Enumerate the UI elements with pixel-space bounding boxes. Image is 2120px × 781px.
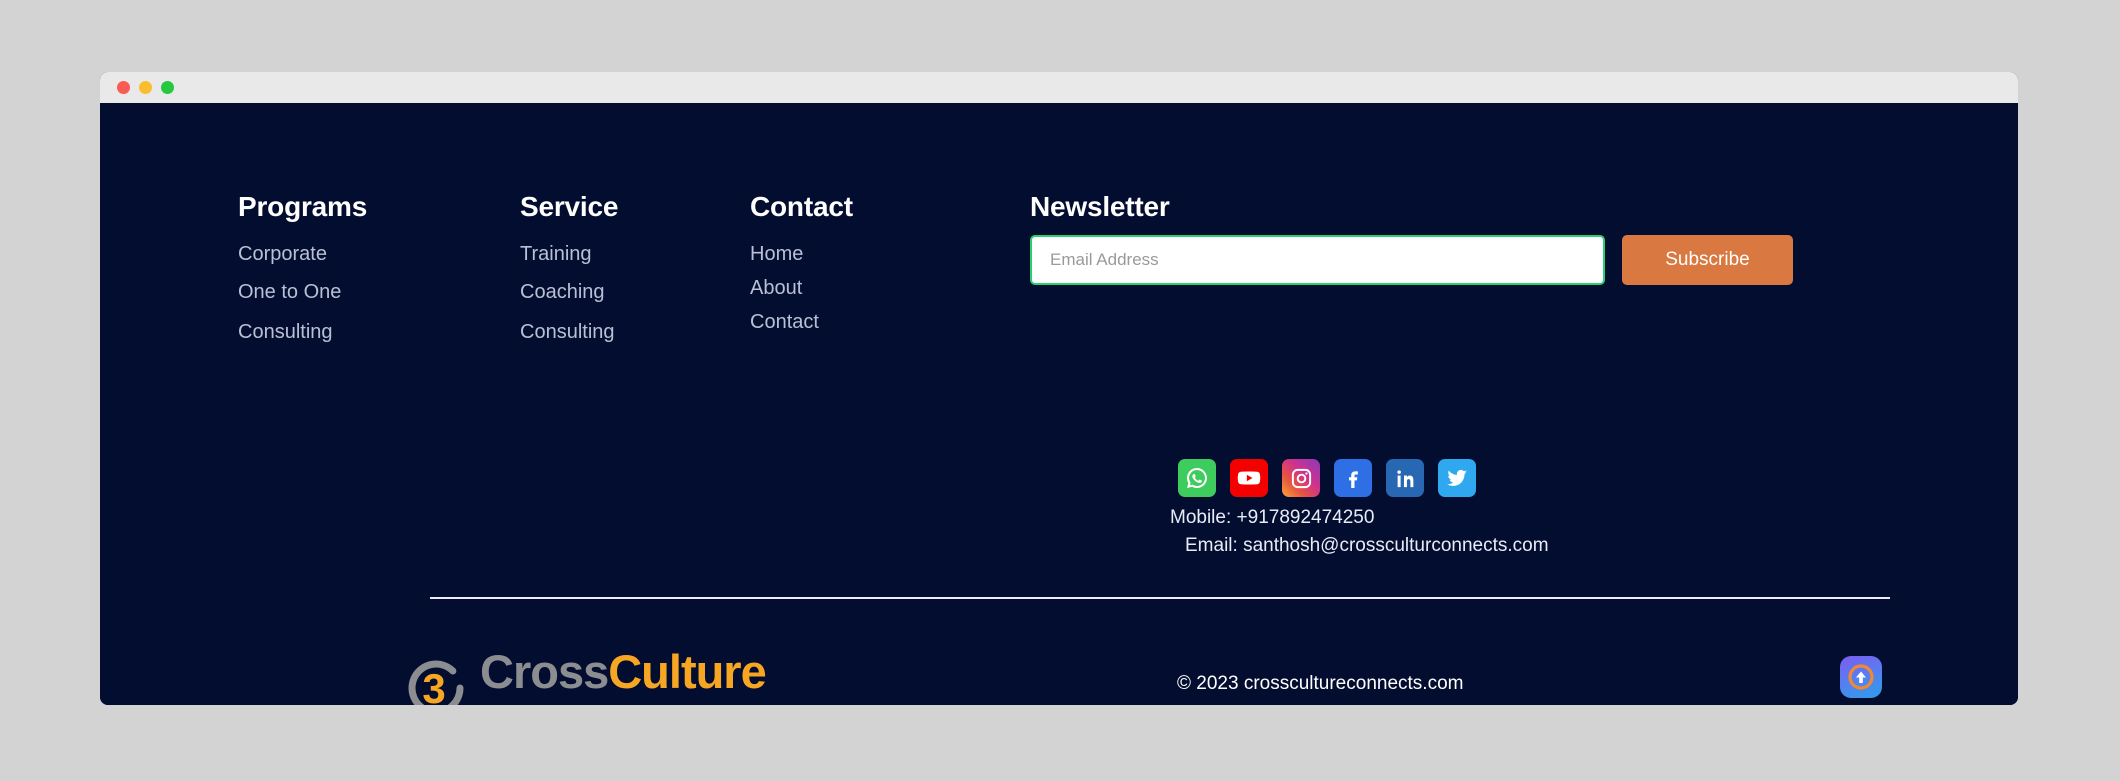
contact-mobile-text: Mobile: +917892474250 (1170, 507, 1375, 528)
email-input[interactable] (1030, 235, 1605, 285)
logo-speech-bubble-icon: 3 (408, 660, 464, 705)
site-footer: Programs Corporate One to One Consulting… (100, 103, 2018, 705)
whatsapp-icon[interactable] (1178, 459, 1216, 497)
social-media-links (1178, 459, 1476, 497)
twitter-icon[interactable] (1438, 459, 1476, 497)
window-close-button[interactable] (117, 81, 130, 94)
footer-link-consulting[interactable]: Consulting (238, 321, 333, 344)
site-logo[interactable]: 3 CrossCulture Connects (400, 645, 767, 706)
facebook-icon[interactable] (1334, 459, 1372, 497)
contact-email-text: Email: santhosh@crossculturconnects.com (1185, 535, 1549, 556)
copyright-text: © 2023 crosscultureconnects.com (1177, 673, 1464, 694)
footer-link-coaching[interactable]: Coaching (520, 281, 605, 304)
footer-link-about[interactable]: About (750, 277, 802, 300)
logo-wordmark: CrossCulture (480, 645, 767, 698)
logo-text-culture: Culture (608, 645, 766, 698)
footer-link-one-to-one[interactable]: One to One (238, 281, 341, 304)
window-minimize-button[interactable] (139, 81, 152, 94)
logo-text-cross: Cross (480, 645, 609, 698)
column-heading-newsletter: Newsletter (1030, 191, 1170, 222)
footer-link-corporate[interactable]: Corporate (238, 243, 327, 266)
browser-window: Programs Corporate One to One Consulting… (100, 72, 2018, 705)
newsletter-signup-form: Subscribe (1030, 235, 1793, 285)
svg-text:3: 3 (422, 665, 445, 705)
footer-link-contact[interactable]: Contact (750, 311, 819, 334)
window-maximize-button[interactable] (161, 81, 174, 94)
footer-link-training[interactable]: Training (520, 243, 592, 266)
footer-divider (430, 597, 1890, 599)
arrow-up-icon (1848, 664, 1874, 690)
footer-link-service-consulting[interactable]: Consulting (520, 321, 615, 344)
browser-title-bar (100, 72, 2018, 103)
column-heading-service: Service (520, 191, 619, 222)
youtube-icon[interactable] (1230, 459, 1268, 497)
footer-link-home[interactable]: Home (750, 243, 803, 266)
linkedin-icon[interactable] (1386, 459, 1424, 497)
scroll-to-top-button[interactable] (1840, 656, 1882, 698)
column-heading-programs: Programs (238, 191, 368, 222)
instagram-icon[interactable] (1282, 459, 1320, 497)
logo-tagline: Connects (652, 703, 766, 706)
subscribe-button[interactable]: Subscribe (1622, 235, 1793, 285)
column-heading-contact: Contact (750, 191, 853, 222)
